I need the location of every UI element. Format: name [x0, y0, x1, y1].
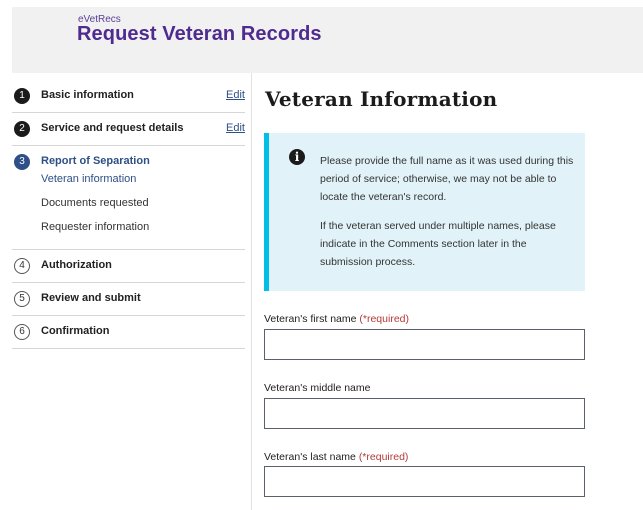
step-confirmation: 6 Confirmation [12, 316, 245, 349]
middle-name-input[interactable] [264, 398, 585, 429]
field-label-text: Veteran's first name [264, 313, 357, 325]
edit-link[interactable]: Edit [226, 122, 245, 134]
step-title: Basic information [41, 89, 134, 101]
step-number: 5 [14, 291, 30, 307]
substep-list: Veteran information Documents requested … [12, 171, 245, 249]
step-number: 1 [14, 88, 30, 104]
alert-paragraph: If the veteran served under multiple nam… [320, 220, 556, 268]
step-review-and-submit: 5 Review and submit [12, 283, 245, 316]
field-label-text: Veteran's middle name [264, 382, 371, 394]
required-marker: (*required) [359, 313, 409, 325]
step-number: 4 [14, 258, 30, 274]
substep-requester-information: Requester information [41, 221, 150, 233]
step-title: Service and request details [41, 122, 184, 134]
step-title: Report of Separation [41, 155, 150, 167]
step-number: 2 [14, 121, 30, 137]
column-divider [251, 73, 252, 510]
step-title: Confirmation [41, 325, 110, 337]
step-sidebar: 1 Basic information Edit 2 Service and r… [12, 80, 245, 349]
required-marker: (*required) [358, 451, 409, 463]
field-label-text: Veteran's last name [264, 451, 356, 463]
step-authorization: 4 Authorization [12, 250, 245, 283]
step-service-details: 2 Service and request details Edit [12, 113, 245, 146]
edit-link[interactable]: Edit [226, 89, 245, 101]
page-title: Veteran Information [265, 87, 498, 111]
last-name-input[interactable] [264, 466, 585, 497]
info-alert: i Please provide the full name as it was… [264, 133, 585, 291]
page-header-title: Request Veteran Records [77, 23, 322, 45]
last-name-label: Veteran's last name (*required) [264, 451, 408, 463]
first-name-input[interactable] [264, 329, 585, 360]
step-title: Review and submit [41, 292, 141, 304]
step-number: 6 [14, 324, 30, 340]
step-title: Authorization [41, 259, 112, 271]
step-report-of-separation: 3 Report of Separation Veteran informati… [12, 146, 245, 250]
info-icon: i [289, 149, 305, 165]
step-basic-information: 1 Basic information Edit [12, 80, 245, 113]
first-name-label: Veteran's first name (*required) [264, 313, 409, 325]
middle-name-label: Veteran's middle name [264, 382, 370, 394]
header-banner: eVetRecs Request Veteran Records [12, 7, 643, 73]
alert-paragraph: Please provide the full name as it was u… [320, 155, 574, 203]
alert-body: Please provide the full name as it was u… [320, 152, 582, 282]
step-number: 3 [14, 154, 30, 170]
substep-documents-requested: Documents requested [41, 197, 149, 209]
